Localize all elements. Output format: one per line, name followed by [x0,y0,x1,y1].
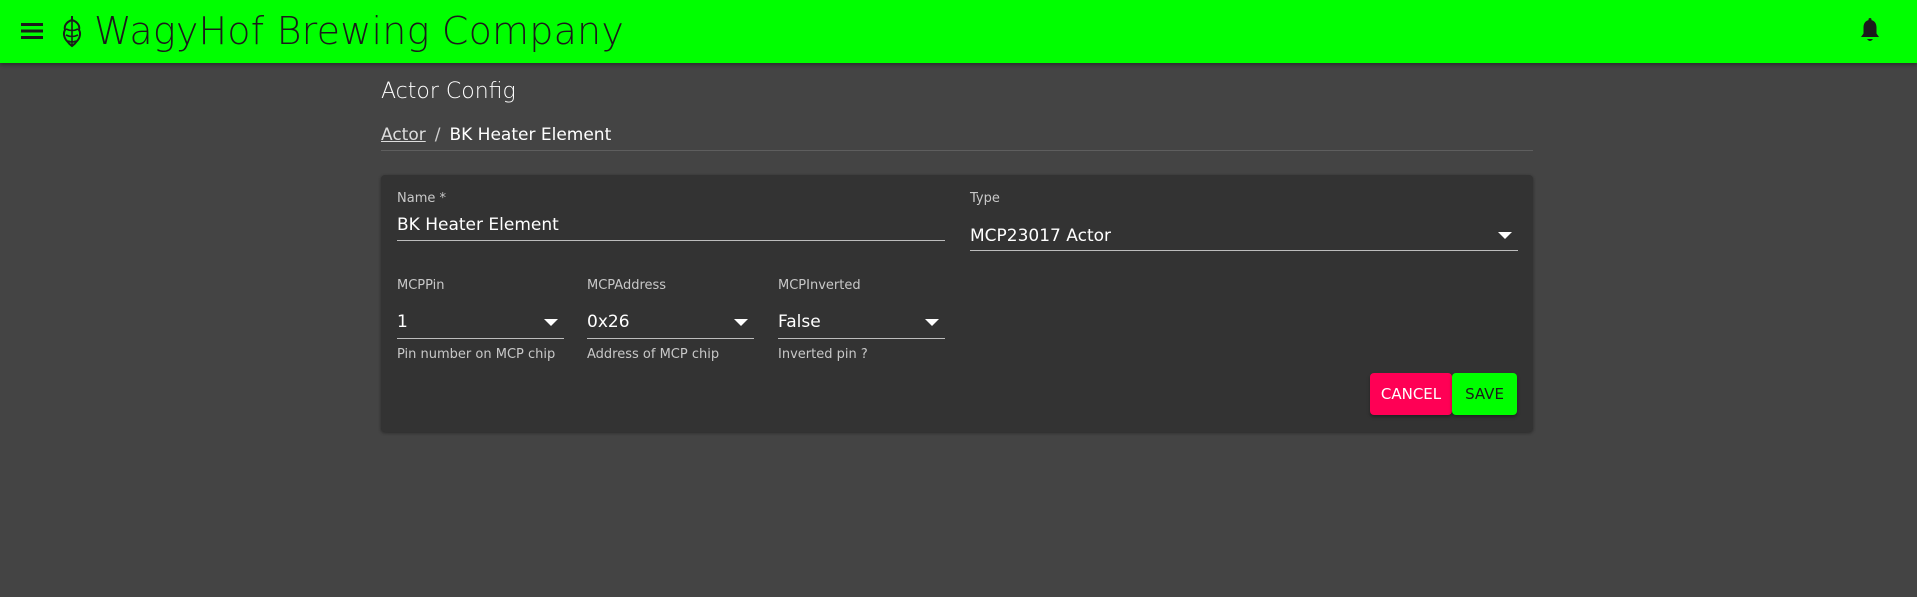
cancel-button[interactable]: CANCEL [1370,373,1452,415]
breadcrumb: Actor / BK Heater Element [381,121,1533,151]
mcp-pin-field: MCPPin 1 Pin number on MCP chip [397,278,564,362]
mcp-inverted-select[interactable]: False [778,304,945,339]
name-label: Name * [397,191,446,206]
breadcrumb-current: BK Heater Element [449,125,612,145]
menu-icon[interactable] [18,18,46,44]
mcp-address-label: MCPAddress [587,278,667,293]
chevron-down-icon [1498,232,1512,239]
name-input[interactable]: BK Heater Element [397,211,945,241]
mcp-address-field: MCPAddress 0x26 Address of MCP chip [587,278,754,362]
save-button[interactable]: SAVE [1452,373,1517,415]
app-title: WagyHof Brewing Company [94,9,625,53]
mcp-pin-select[interactable]: 1 [397,304,564,339]
chevron-down-icon [734,319,748,326]
name-value: BK Heater Element [397,215,559,235]
mcp-pin-value: 1 [397,312,408,332]
mcp-pin-helper: Pin number on MCP chip [397,347,556,362]
actor-config-form: Name * BK Heater Element Type MCP23017 A… [381,175,1533,432]
page-title: Actor Config [381,79,516,104]
mcp-address-select[interactable]: 0x26 [587,304,754,339]
mcp-inverted-label: MCPInverted [778,278,861,293]
mcp-pin-label: MCPPin [397,278,445,293]
type-label: Type [970,191,1000,206]
app-bar: WagyHof Brewing Company [0,0,1917,63]
hop-icon [58,14,86,48]
mcp-inverted-field: MCPInverted False Inverted pin ? [778,278,945,362]
breadcrumb-separator: / [434,125,441,145]
type-value: MCP23017 Actor [970,226,1112,246]
name-field: Name * BK Heater Element [397,191,945,261]
type-select[interactable]: MCP23017 Actor [970,217,1518,251]
mcp-inverted-value: False [778,312,821,332]
breadcrumb-link-actor[interactable]: Actor [381,125,426,145]
mcp-address-helper: Address of MCP chip [587,347,720,362]
chevron-down-icon [544,319,558,326]
type-field: Type MCP23017 Actor [970,191,1518,261]
mcp-address-value: 0x26 [587,312,630,332]
mcp-inverted-helper: Inverted pin ? [778,347,868,362]
bell-icon[interactable] [1855,16,1885,46]
chevron-down-icon [925,319,939,326]
